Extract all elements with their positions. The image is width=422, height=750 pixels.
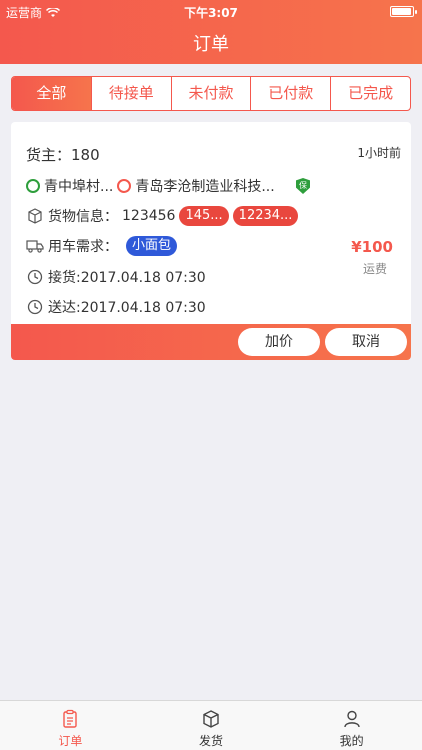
cargo-value: 123456 <box>122 208 176 224</box>
package-icon <box>26 207 44 225</box>
route-origin: 青中埠村... <box>44 179 114 195</box>
tab-completed[interactable]: 已完成 <box>330 77 410 110</box>
page-title: 订单 <box>193 34 229 55</box>
tab-pending[interactable]: 待接单 <box>90 77 171 110</box>
tabbar-orders-label: 订单 <box>58 734 83 748</box>
tab-all[interactable]: 全部 <box>12 77 91 110</box>
vehicle-label: 用车需求： <box>48 239 118 255</box>
delivery-row: 送达:2017.04.18 07:30 <box>26 297 206 317</box>
add-price-button[interactable]: 加价 <box>238 328 320 356</box>
cargo-tag: 12234... <box>232 206 299 226</box>
origin-circle-icon <box>26 179 40 193</box>
freight-label: 运费 <box>362 262 387 276</box>
tabbar-ship[interactable]: 发货 <box>141 701 282 750</box>
cargo-owner: 货主：180 <box>26 146 100 164</box>
cargo-info-row: 货物信息： 123456 145... 12234... <box>26 206 299 226</box>
pickup-row: 接货:2017.04.18 07:30 <box>26 267 206 287</box>
battery-icon <box>390 6 417 17</box>
person-icon <box>343 710 360 728</box>
clock-icon <box>26 298 44 316</box>
tabbar-ship-label: 发货 <box>199 734 224 748</box>
cargo-label: 货物信息： <box>48 209 118 225</box>
cargo-tag: 145... <box>179 206 229 226</box>
order-filter-tabs: 全部 待接单 未付款 已付款 已完成 <box>11 76 411 111</box>
vehicle-row: 用车需求： 小面包 <box>26 236 178 256</box>
bottom-tab-bar: 订单 发货 我的 <box>0 700 422 750</box>
delivery-time: 送达:2017.04.18 07:30 <box>48 300 206 316</box>
pickup-time: 接货:2017.04.18 07:30 <box>48 270 206 286</box>
status-bar: 运营商 下午3:07 <box>0 0 422 22</box>
clock-icon <box>26 268 44 286</box>
status-time: 下午3:07 <box>184 6 238 20</box>
destination-circle-icon <box>117 179 132 193</box>
clipboard-icon <box>63 709 78 728</box>
card-action-bar: 加价 取消 <box>11 324 411 360</box>
insurance-shield-icon: 保 <box>296 178 310 194</box>
route-row: 青中埠村... 青岛李沧制造业科技... <box>26 176 275 196</box>
vehicle-type-badge: 小面包 <box>126 236 178 256</box>
tab-paid[interactable]: 已付款 <box>250 77 330 110</box>
tabbar-me[interactable]: 我的 <box>281 701 422 750</box>
tabbar-orders[interactable]: 订单 <box>0 701 141 750</box>
order-time-ago: 1小时前 <box>357 146 401 160</box>
order-card[interactable]: 货主：180 1小时前 青中埠村... 青岛李沧制造业科技... 保 货物信息：… <box>11 122 411 360</box>
tabbar-me-label: 我的 <box>339 734 364 748</box>
cancel-button[interactable]: 取消 <box>325 328 407 356</box>
freight-price: ¥100 <box>351 238 393 256</box>
nav-header: 运营商 下午3:07 订单 <box>0 0 422 64</box>
truck-icon <box>26 237 44 255</box>
box-icon <box>203 710 219 728</box>
route-destination: 青岛李沧制造业科技... <box>135 179 275 195</box>
tab-unpaid[interactable]: 未付款 <box>170 77 251 110</box>
